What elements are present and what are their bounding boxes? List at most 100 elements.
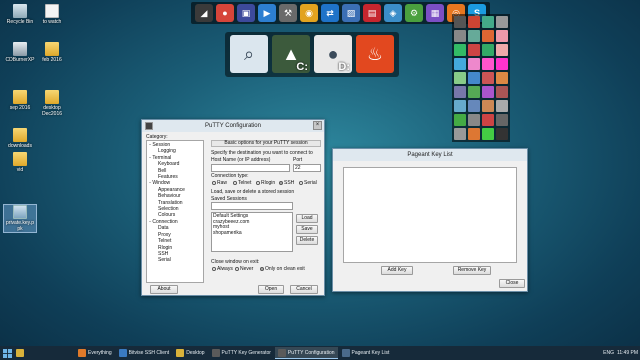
open-button[interactable]: Open	[258, 285, 284, 294]
grid-app-icon[interactable]	[496, 44, 508, 56]
taskbar-item-everything[interactable]: Everything	[75, 347, 115, 359]
grid-app-icon[interactable]	[496, 86, 508, 98]
close-exit-radio-only-on-clean-exit[interactable]: Only on clean exit	[260, 266, 305, 272]
cancel-button[interactable]: Cancel	[290, 285, 318, 294]
grid-app-icon[interactable]	[468, 100, 480, 112]
wrench-app-icon[interactable]: ⚒	[279, 4, 297, 22]
tree-item-serial[interactable]: Serial	[149, 257, 201, 263]
language-indicator[interactable]: ENG	[603, 350, 614, 356]
pixel-editor-icon[interactable]: ▦	[426, 4, 444, 22]
conn-type-radio-serial[interactable]: Serial	[299, 180, 317, 186]
ftp-app-icon[interactable]: ◉	[300, 4, 318, 22]
grid-app-icon[interactable]	[468, 58, 480, 70]
grid-app-icon[interactable]	[482, 44, 494, 56]
desktop-icon-cdburnerxp[interactable]: CDBurnerXP	[4, 42, 36, 63]
grid-app-icon[interactable]	[468, 128, 480, 140]
taskbar-item-bitvise-ssh-client[interactable]: Bitvise SSH Client	[116, 347, 173, 359]
teamviewer-icon[interactable]: ⇄	[321, 4, 339, 22]
grid-app-icon[interactable]	[468, 30, 480, 42]
clock[interactable]: 11:49 PM	[617, 350, 638, 356]
desktop-icon-downloads[interactable]: downloads	[4, 128, 36, 149]
grid-app-icon[interactable]	[482, 58, 494, 70]
grid-app-icon[interactable]	[454, 86, 466, 98]
grid-app-icon[interactable]	[482, 72, 494, 84]
taskbar-item-putty-configuration[interactable]: PuTTY Configuration	[274, 347, 338, 359]
start-button[interactable]	[0, 346, 14, 360]
grid-app-icon[interactable]	[454, 30, 466, 42]
grid-app-icon[interactable]	[482, 128, 494, 140]
grid-app-icon[interactable]	[496, 16, 508, 28]
remove-key-button[interactable]: Remove Key	[453, 266, 491, 275]
grid-app-icon[interactable]	[454, 58, 466, 70]
grid-app-icon[interactable]	[454, 44, 466, 56]
saved-sessions-input[interactable]	[211, 202, 293, 210]
gear-app-icon[interactable]: ⚙	[405, 4, 423, 22]
desktop-icon-feb-2016[interactable]: feb 2016	[36, 42, 68, 63]
close-exit-radio-never[interactable]: Never	[235, 266, 253, 272]
media-app-icon[interactable]: ▶	[258, 4, 276, 22]
grid-app-icon[interactable]	[454, 16, 466, 28]
key-list[interactable]	[343, 167, 517, 263]
drive-d-icon[interactable]: ● D:	[314, 35, 352, 73]
grid-app-icon[interactable]	[496, 30, 508, 42]
grid-app-icon[interactable]	[454, 114, 466, 126]
chrome-icon[interactable]: ●	[216, 4, 234, 22]
grid-app-icon[interactable]	[454, 100, 466, 112]
grid-app-icon[interactable]	[468, 86, 480, 98]
close-button[interactable]: Close	[499, 279, 525, 288]
pdf-app-icon[interactable]: ▤	[363, 4, 381, 22]
add-key-button[interactable]: Add Key	[381, 266, 413, 275]
grid-app-icon[interactable]	[468, 114, 480, 126]
conn-type-radio-ssh[interactable]: SSH	[279, 180, 294, 186]
grid-app-icon[interactable]	[454, 72, 466, 84]
grid-app-icon[interactable]	[482, 86, 494, 98]
photo-app-icon[interactable]: ▨	[342, 4, 360, 22]
grid-app-icon[interactable]	[482, 100, 494, 112]
host-name-input[interactable]	[211, 164, 290, 172]
explorer-pin[interactable]	[14, 347, 28, 359]
pageant-titlebar[interactable]: Pageant Key List	[333, 149, 527, 161]
grid-app-icon[interactable]	[496, 72, 508, 84]
about-button[interactable]: About	[150, 285, 178, 294]
desktop-icon-vid[interactable]: vid	[4, 152, 36, 173]
grid-app-icon[interactable]	[468, 72, 480, 84]
drive-launcher-bar: ⌕ ▲ C: ● D: ♨	[225, 32, 399, 77]
delete-button[interactable]: Delete	[296, 236, 318, 245]
blue-app-icon[interactable]: ◈	[384, 4, 402, 22]
desktop-icon-sep-2016[interactable]: sep 2016	[4, 90, 36, 111]
grid-app-icon[interactable]	[468, 16, 480, 28]
load-button[interactable]: Load	[296, 214, 318, 223]
pixel-app-icon[interactable]: ▣	[237, 4, 255, 22]
close-icon[interactable]: ×	[313, 121, 322, 130]
search-doc-icon[interactable]: ⌕	[230, 35, 268, 73]
putty-titlebar[interactable]: PuTTY Configuration ×	[142, 120, 324, 132]
conn-type-radio-telnet[interactable]: Telnet	[233, 180, 251, 186]
grid-app-icon[interactable]	[496, 58, 508, 70]
tool-icon[interactable]: ◢	[195, 4, 213, 22]
grid-app-icon[interactable]	[482, 114, 494, 126]
grid-app-icon[interactable]	[454, 128, 466, 140]
codeigniter-icon[interactable]: ♨	[356, 35, 394, 73]
grid-app-icon[interactable]	[482, 30, 494, 42]
close-exit-radio-always[interactable]: Always	[212, 266, 233, 272]
conn-type-radio-raw[interactable]: Raw	[212, 180, 227, 186]
drive-c-icon[interactable]: ▲ C:	[272, 35, 310, 73]
grid-app-icon[interactable]	[496, 114, 508, 126]
grid-app-icon[interactable]	[482, 16, 494, 28]
grid-app-icon[interactable]	[468, 44, 480, 56]
category-tree[interactable]: SessionLoggingTerminalKeyboardBellFeatur…	[146, 140, 204, 283]
saved-sessions-list[interactable]: Default Settings crazybeeez.com myhost shop…	[211, 212, 293, 252]
session-list-item[interactable]: shopamerika	[213, 230, 291, 237]
grid-app-icon[interactable]	[496, 100, 508, 112]
conn-type-radio-rlogin[interactable]: Rlogin	[256, 180, 275, 186]
desktop-icon-recycle-bin[interactable]: Recycle Bin	[4, 4, 36, 25]
save-button[interactable]: Save	[296, 225, 318, 234]
port-input[interactable]: 22	[293, 164, 321, 172]
taskbar-item-pageant-key-list[interactable]: Pageant Key List	[339, 347, 393, 359]
taskbar-item-putty-key-generator[interactable]: PuTTY Key Generator	[209, 347, 274, 359]
taskbar-item-desktop[interactable]: Desktop	[173, 347, 207, 359]
desktop-icon-to-watch[interactable]: to watch	[36, 4, 68, 25]
desktop-icon-desktop-dec2016[interactable]: desktop Dec2016	[36, 90, 68, 117]
grid-app-icon[interactable]	[496, 128, 508, 140]
desktop-icon-private-key-ppk[interactable]: private.key.p pk	[3, 204, 37, 233]
